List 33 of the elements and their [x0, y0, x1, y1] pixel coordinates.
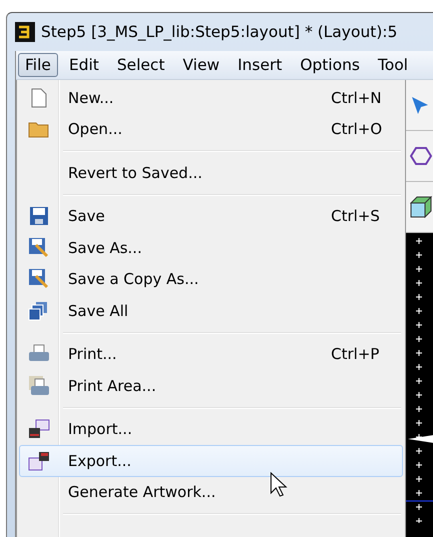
cursor-icon [270, 472, 288, 498]
menu-entry[interactable]: Export... [19, 445, 403, 476]
menu-entry[interactable]: Save As... [19, 232, 403, 264]
floppy-pencil-icon [28, 236, 50, 259]
menu-item[interactable]: Tool [370, 53, 415, 77]
menu-entry[interactable]: Save Ctrl+S [19, 200, 403, 232]
menu-entry[interactable]: Import... [19, 414, 403, 445]
arrow-icon[interactable] [410, 95, 430, 115]
hexagon-icon[interactable] [410, 146, 432, 166]
import-icon [28, 419, 50, 440]
menu-item[interactable]: View [176, 53, 227, 77]
menu-entry[interactable]: Print Area... [19, 370, 403, 402]
menu-item[interactable]: Edit [62, 53, 106, 77]
menu-entry[interactable]: Print... Ctrl+P [19, 338, 403, 370]
menu-entry[interactable]: Save a Copy As... [19, 264, 403, 295]
menu-item[interactable]: Insert [230, 53, 290, 77]
menu-entry[interactable]: Save All [19, 295, 403, 326]
menu-entry[interactable]: New... Ctrl+N [19, 82, 403, 114]
window-title: Step5 [3_MS_LP_lib:Step5:layout] * (Layout):5 [41, 23, 398, 41]
app-logo-icon [15, 22, 35, 42]
menu-entry[interactable]: Generate Artwork... [19, 476, 403, 508]
document-icon [31, 88, 47, 108]
menu-item[interactable]: Options [293, 53, 367, 77]
export-icon [28, 450, 50, 471]
cube-icon[interactable] [410, 196, 432, 218]
folder-icon [28, 120, 50, 138]
floppy-pencil-icon [28, 268, 50, 290]
menu-item[interactable]: Select [110, 53, 172, 77]
menu-entry[interactable]: Revert to Saved... [19, 157, 403, 188]
menu-item[interactable]: File [18, 53, 58, 77]
menu-entry[interactable]: Open... Ctrl+O [19, 114, 403, 145]
stacked-floppies-icon [28, 300, 50, 321]
printer-icon [28, 374, 50, 397]
